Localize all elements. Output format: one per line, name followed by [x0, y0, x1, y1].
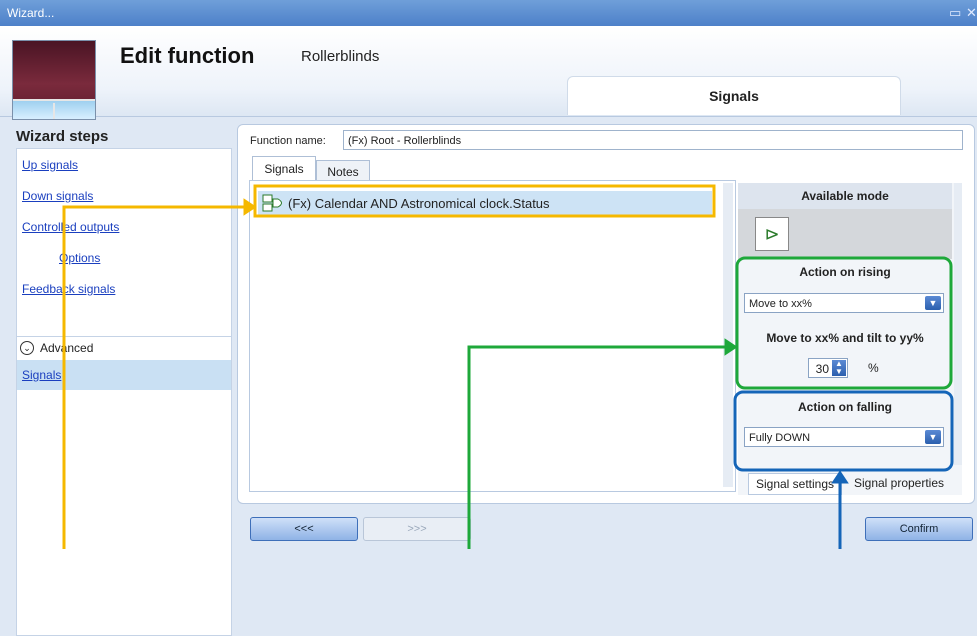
yellow-annotation [62, 184, 716, 549]
blue-annotation [733, 390, 954, 549]
green-annotation [467, 256, 953, 549]
annotation-overlay [62, 184, 954, 549]
